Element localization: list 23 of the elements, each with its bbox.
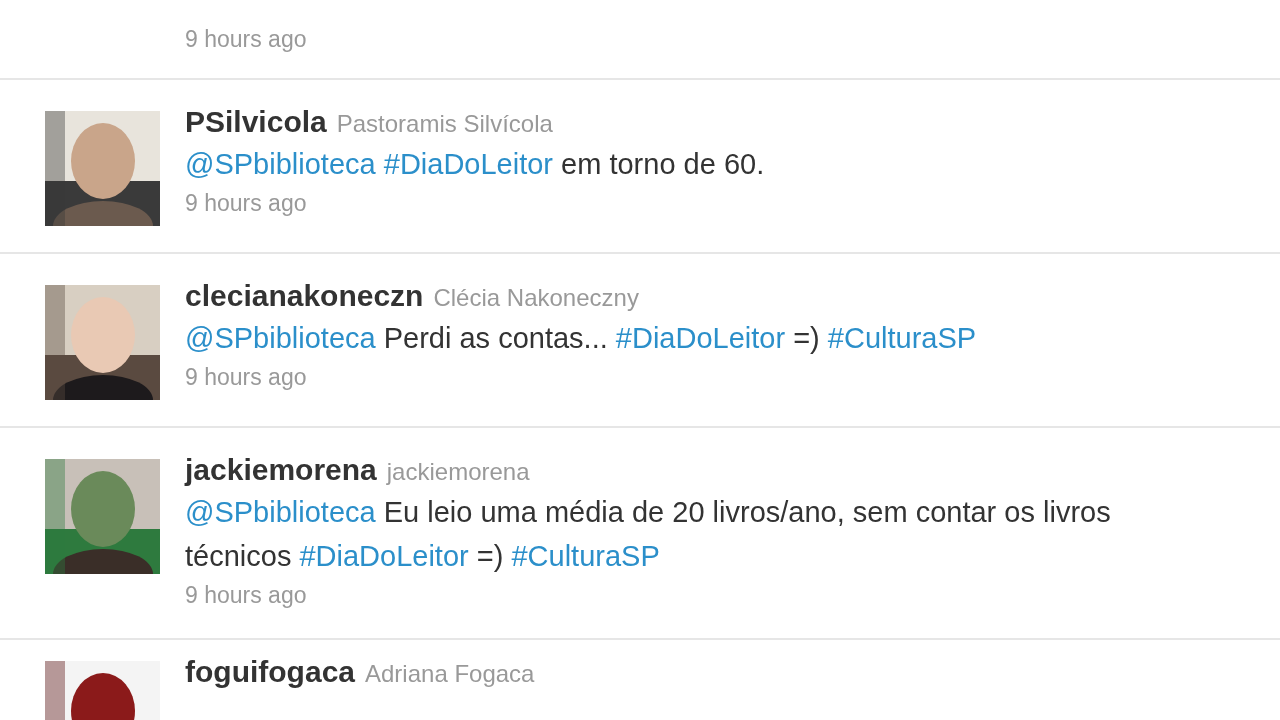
- timestamp: 9 hours ago: [185, 363, 308, 392]
- full-name: Pastoramis Silvícola: [336, 110, 553, 137]
- tweet-link[interactable]: #DiaDoLeitor: [299, 540, 469, 572]
- full-name: Adriana Fogaca: [365, 660, 535, 687]
- tweet-link[interactable]: @SPbiblioteca: [185, 148, 376, 180]
- tweet-link[interactable]: #CulturaSP: [827, 322, 977, 354]
- username[interactable]: foguifogaca: [185, 655, 355, 688]
- full-name: Clécia Nakoneczny: [433, 284, 639, 311]
- tweet-link[interactable]: @SPbiblioteca: [185, 322, 376, 354]
- timestamp: 9 hours ago: [185, 25, 308, 54]
- tweet-link[interactable]: #DiaDoLeitor: [383, 148, 554, 180]
- tweet-text: @SPbiblioteca #DiaDoLeitor em torno de 60.: [185, 147, 766, 182]
- timestamp: 9 hours ago: [185, 189, 308, 218]
- username[interactable]: jackiemorena: [185, 453, 377, 486]
- full-name: jackiemorena: [386, 458, 530, 485]
- tweet-link[interactable]: @SPbiblioteca: [185, 496, 376, 528]
- username[interactable]: PSilvicola: [185, 105, 327, 138]
- tweet-link[interactable]: #DiaDoLeitor: [615, 322, 786, 354]
- tweet-text: @SPbiblioteca Eu leio uma média de 20 livros/ano, sem contar os livros técnicos #DiaDoLeitor =) #CulturaSP: [185, 495, 1112, 574]
- username[interactable]: clecianakoneczn: [185, 279, 424, 312]
- timestamp: 9 hours ago: [185, 581, 308, 610]
- tweet-text: @SPbiblioteca Perdi as contas... #DiaDoLeitor =) #CulturaSP: [185, 321, 978, 356]
- tweet-link[interactable]: #CulturaSP: [511, 540, 660, 572]
